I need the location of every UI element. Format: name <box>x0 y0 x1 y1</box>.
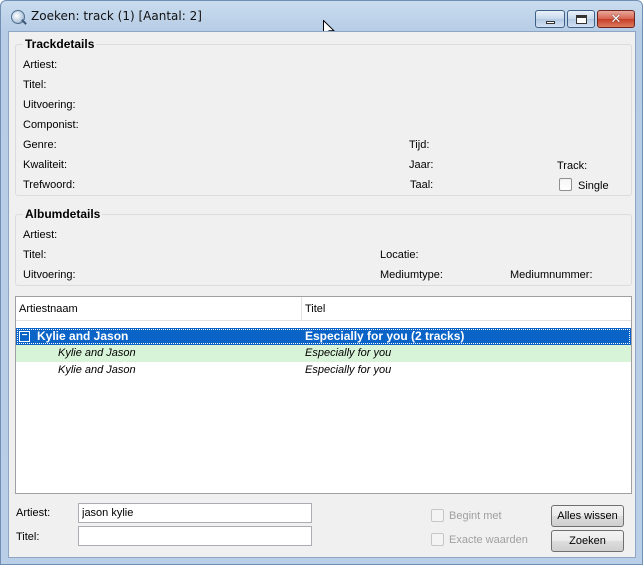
track-trefwoord-label: Trefwoord: <box>23 179 76 191</box>
window-title: Zoeken: track (1) [Aantal: 2] <box>31 9 202 23</box>
album-uitvoering-label: Uitvoering: <box>23 269 76 281</box>
album-artiest-label: Artiest: <box>23 229 58 241</box>
album-mediumnummer-label: Mediumnummer: <box>510 269 593 281</box>
albumdetails-title: Albumdetails <box>23 207 103 221</box>
item-artist: Kylie and Jason <box>58 347 136 359</box>
search-artiest-label: Artiest: <box>16 507 51 519</box>
track-componist-label: Componist: <box>23 119 79 131</box>
collapse-icon[interactable]: − <box>19 331 30 342</box>
minimize-button[interactable] <box>535 10 565 28</box>
item-artist: Kylie and Jason <box>58 364 136 376</box>
track-tijd-label: Tijd: <box>409 139 430 151</box>
search-window: Zoeken: track (1) [Aantal: 2] ✕ Trackdet… <box>0 0 643 565</box>
client-area: Trackdetails Artiest: Titel: Uitvoering:… <box>8 31 636 558</box>
track-taal-label: Taal: <box>410 179 434 191</box>
title-bar[interactable]: Zoeken: track (1) [Aantal: 2] ✕ <box>1 1 642 31</box>
single-checkbox[interactable] <box>559 178 572 191</box>
maximize-icon <box>575 14 587 24</box>
group-row[interactable]: − Kylie and Jason Especially for you (2 … <box>16 328 631 345</box>
search-icon <box>11 10 25 24</box>
clear-all-button[interactable]: Alles wissen <box>551 505 624 527</box>
group-title: Especially for you (2 tracks) <box>305 329 465 343</box>
begint-met-checkbox[interactable] <box>431 509 444 522</box>
track-titel-label: Titel: <box>23 79 47 91</box>
list-item[interactable]: Kylie and Jason Especially for you <box>16 345 631 362</box>
artiest-search-input[interactable] <box>78 503 312 523</box>
column-header-artiestnaam[interactable]: Artiestnaam <box>16 297 302 321</box>
exacte-waarden-checkbox[interactable] <box>431 533 444 546</box>
list-header: Artiestnaam Titel <box>16 297 631 321</box>
list-item[interactable]: Kylie and Jason Especially for you <box>16 362 631 379</box>
album-mediumtype-label: Mediumtype: <box>380 269 443 281</box>
item-title: Especially for you <box>305 347 392 359</box>
search-titel-label: Titel: <box>16 531 40 543</box>
begint-met-label: Begint met <box>449 510 502 522</box>
close-icon: ✕ <box>610 11 622 27</box>
track-genre-label: Genre: <box>23 139 57 151</box>
track-uitvoering-label: Uitvoering: <box>23 99 76 111</box>
track-artiest-label: Artiest: <box>23 59 58 71</box>
exacte-waarden-label: Exacte waarden <box>449 534 528 546</box>
item-title: Especially for you <box>305 364 392 376</box>
close-button[interactable]: ✕ <box>597 10 635 28</box>
search-button[interactable]: Zoeken <box>551 530 624 552</box>
track-jaar-label: Jaar: <box>409 159 434 171</box>
column-header-titel[interactable]: Titel <box>302 297 631 321</box>
group-artist: Kylie and Jason <box>37 329 129 343</box>
albumdetails-group: Albumdetails Artiest: Titel: Uitvoering:… <box>15 207 632 286</box>
single-label: Single <box>578 180 609 192</box>
titel-search-input[interactable] <box>78 526 312 546</box>
trackdetails-title: Trackdetails <box>23 37 97 51</box>
trackdetails-group: Trackdetails Artiest: Titel: Uitvoering:… <box>15 37 632 196</box>
minimize-icon <box>545 20 555 24</box>
track-kwaliteit-label: Kwaliteit: <box>23 159 68 171</box>
album-titel-label: Titel: <box>23 249 47 261</box>
results-list[interactable]: Artiestnaam Titel − Kylie and Jason Espe… <box>15 296 632 494</box>
track-number-label: Track: <box>557 160 588 172</box>
album-locatie-label: Locatie: <box>380 249 419 261</box>
maximize-button[interactable] <box>567 10 595 28</box>
